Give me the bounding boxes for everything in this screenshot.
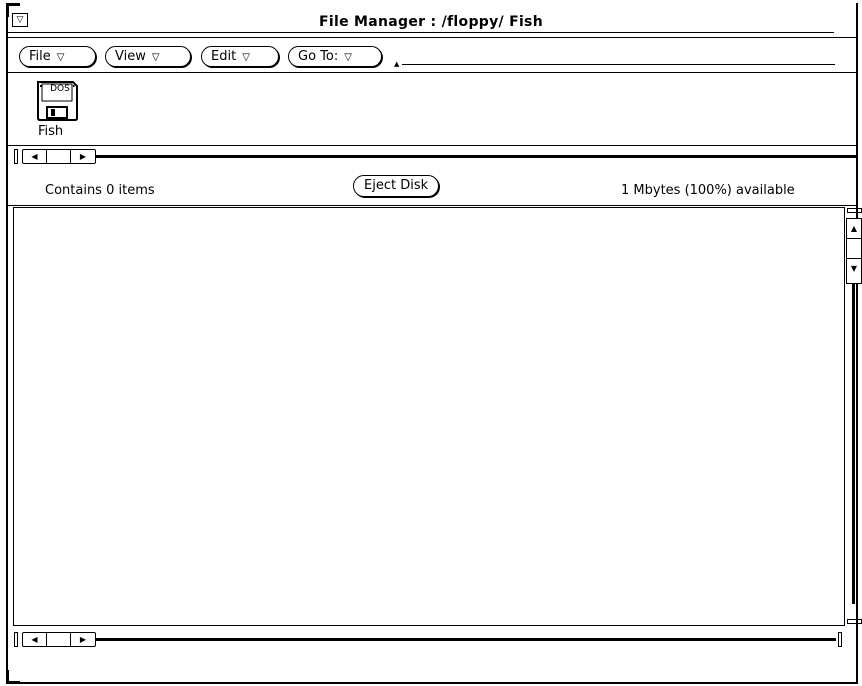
text-caret-icon: ▲ (394, 60, 400, 68)
view-menu-label: View (115, 49, 146, 64)
path-pane-divider (8, 145, 858, 146)
scrollbar-elevator[interactable]: ◀ ▶ (22, 632, 96, 647)
scroll-right-icon[interactable]: ▶ (71, 633, 95, 646)
edit-menu-label: Edit (211, 49, 237, 64)
scrollbar-track[interactable] (96, 638, 836, 641)
scrollbar-elevator[interactable]: ▲ ▼ (846, 218, 862, 284)
file-horizontal-scrollbar[interactable]: ◀ ▶ (14, 632, 846, 647)
path-horizontal-scrollbar[interactable]: ◀ ▶ (14, 149, 862, 164)
scrollbar-elevator[interactable]: ◀ ▶ (22, 149, 96, 164)
scrollbar-track[interactable] (852, 284, 855, 604)
scrollbar-top-cap[interactable] (847, 208, 862, 213)
scrollbar-bottom-cap[interactable] (847, 619, 862, 624)
scrollbar-track[interactable] (96, 155, 858, 158)
file-vertical-scrollbar[interactable]: ▲ ▼ (846, 208, 862, 626)
goto-menu-label: Go To: (298, 49, 339, 64)
scroll-drag-area[interactable] (47, 150, 71, 163)
status-divider (8, 205, 858, 206)
window-resize-corner-bottom-left[interactable] (6, 670, 20, 684)
scrollbar-right-cap[interactable] (838, 632, 842, 647)
eject-disk-button[interactable]: Eject Disk (353, 175, 440, 197)
scrollbar-left-cap[interactable] (14, 632, 18, 647)
scroll-drag-area[interactable] (47, 633, 71, 646)
file-menu-label: File (29, 49, 51, 64)
chevron-down-icon: ▽ (151, 52, 160, 63)
chevron-down-icon: ▽ (242, 52, 250, 63)
chevron-down-icon: ▽ (56, 52, 65, 63)
window-title: File Manager : /floppy/ Fish (319, 14, 543, 30)
menubar-divider (8, 72, 858, 73)
scroll-up-icon[interactable]: ▲ (847, 219, 861, 239)
goto-menu-button[interactable]: Go To: ▽ (288, 46, 382, 67)
edit-menu-button[interactable]: Edit ▽ (201, 46, 279, 67)
goto-input[interactable] (402, 64, 835, 65)
file-list-pane[interactable] (13, 207, 845, 626)
item-count-status: Contains 0 items (45, 183, 155, 198)
file-menu-button[interactable]: File ▽ (19, 46, 96, 67)
floppy-badge: DOS (50, 84, 70, 94)
scroll-left-icon[interactable]: ◀ (23, 150, 47, 163)
title-divider (8, 37, 858, 38)
space-available-status: 1 Mbytes (100%) available (621, 183, 795, 198)
scroll-right-icon[interactable]: ▶ (71, 150, 95, 163)
view-menu-button[interactable]: View ▽ (105, 46, 191, 67)
scroll-down-icon[interactable]: ▼ (847, 259, 861, 279)
title-underline (8, 32, 834, 33)
path-icon-label: Fish (38, 124, 64, 139)
scroll-drag-area[interactable] (847, 239, 861, 259)
scroll-left-icon[interactable]: ◀ (23, 633, 47, 646)
scrollbar-left-cap[interactable] (14, 149, 18, 164)
chevron-down-icon: ▽ (344, 52, 352, 63)
